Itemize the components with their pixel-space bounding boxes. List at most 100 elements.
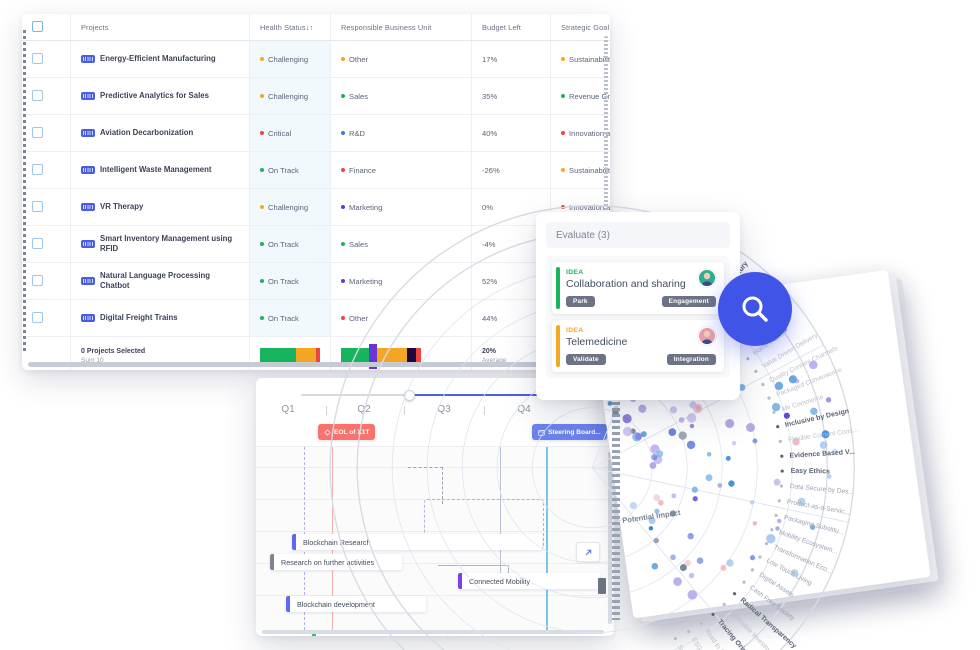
radar-data-point[interactable] (705, 474, 713, 482)
business-unit-cell[interactable]: Marketing (330, 188, 472, 226)
radar-data-point[interactable] (670, 554, 676, 561)
table-horizontal-scrollbar[interactable] (28, 362, 604, 367)
select-all-header[interactable] (22, 14, 71, 41)
radar-data-point[interactable] (673, 577, 683, 587)
radar-data-point[interactable] (678, 417, 685, 423)
health-status-cell[interactable]: Challenging (249, 40, 331, 78)
row-checkbox[interactable] (32, 126, 43, 138)
radar-data-point[interactable] (749, 555, 756, 561)
row-select-cell[interactable] (22, 151, 71, 189)
budget-left-cell[interactable]: 40% (471, 114, 551, 152)
evaluate-idea-card[interactable]: IDEA Telemedicine Validate Integration (552, 320, 724, 372)
row-select-cell[interactable] (22, 40, 71, 78)
row-select-cell[interactable] (22, 299, 71, 337)
row-select-cell[interactable] (22, 77, 71, 115)
budget-left-cell[interactable]: 35% (471, 77, 551, 115)
budget-left-cell[interactable]: -26% (471, 151, 551, 189)
radar-data-point[interactable] (745, 422, 756, 432)
business-unit-cell[interactable]: Sales (330, 77, 472, 115)
radar-data-point[interactable] (686, 413, 697, 424)
strategic-goal-cell[interactable]: Revenue Growth (550, 77, 610, 115)
radar-data-point[interactable] (678, 431, 687, 440)
strategic-goal-cell[interactable]: Sustainability (550, 40, 610, 78)
radar-data-point[interactable] (688, 572, 695, 579)
project-cell[interactable]: Digital Freight Trains (70, 299, 250, 337)
radar-data-point[interactable] (668, 428, 677, 437)
health-status-cell[interactable]: Critical (249, 114, 331, 152)
table-row[interactable]: Intelligent Waste Management On Track Fina… (22, 151, 610, 189)
row-checkbox[interactable] (32, 237, 43, 249)
health-status-cell[interactable]: On Track (249, 262, 331, 300)
project-cell[interactable]: Intelligent Waste Management (70, 151, 250, 189)
business-unit-cell[interactable]: Finance (330, 151, 472, 189)
roadmap-task-bar[interactable]: Blockchain Research (292, 534, 542, 550)
row-select-cell[interactable] (22, 225, 71, 263)
avatar[interactable] (698, 269, 716, 287)
radar-data-point[interactable] (669, 406, 678, 414)
table-row[interactable]: Predictive Analytics for Sales Challengin… (22, 77, 610, 115)
table-row[interactable]: Digital Freight TrainsOn TrackOther44%Re… (22, 299, 610, 337)
resize-handle[interactable] (598, 578, 606, 594)
health-status-cell[interactable]: On Track (249, 225, 331, 263)
milestone-chip[interactable]: Steering Board... (532, 424, 607, 440)
radar-data-point[interactable] (689, 423, 695, 429)
col-header-budget-left[interactable]: Budget Left (471, 14, 551, 41)
radar-data-point[interactable] (728, 480, 735, 487)
table-left-scroll-strip[interactable] (23, 30, 26, 354)
health-status-cell[interactable]: On Track (249, 299, 331, 337)
avatar[interactable] (698, 327, 716, 345)
radar-data-point[interactable] (825, 397, 832, 403)
milestone-chip[interactable]: EOL of X1T (318, 424, 376, 440)
radar-data-point[interactable] (771, 402, 781, 412)
card-tag-right[interactable]: Engagement (661, 296, 716, 307)
card-tag-left[interactable]: Park (566, 296, 595, 307)
row-checkbox[interactable] (32, 311, 43, 323)
select-all-checkbox[interactable] (32, 20, 43, 32)
project-cell[interactable]: Smart Inventory Management using RFID (70, 225, 250, 263)
search-fab-button[interactable] (718, 272, 792, 346)
radar-data-point[interactable] (622, 426, 633, 437)
row-select-cell[interactable] (22, 262, 71, 300)
radar-data-point[interactable] (651, 562, 659, 570)
radar-data-point[interactable] (773, 478, 781, 486)
radar-data-point[interactable] (717, 482, 723, 488)
radar-data-point[interactable] (692, 496, 698, 502)
radar-data-point[interactable] (638, 404, 647, 413)
project-cell[interactable]: Energy-Efficient Manufacturing (70, 40, 250, 78)
radar-data-point[interactable] (671, 493, 677, 499)
row-checkbox[interactable] (32, 89, 43, 101)
table-row[interactable]: Energy-Efficient Manufacturing Challengin… (22, 40, 610, 78)
strategic-goal-cell[interactable]: Sustainability (550, 151, 610, 189)
radar-data-point[interactable] (725, 418, 735, 429)
card-tag-left[interactable]: Validate (566, 354, 606, 365)
health-status-cell[interactable]: On Track (249, 151, 331, 189)
radar-data-point[interactable] (725, 455, 731, 462)
card-tag-right[interactable]: Integration (666, 354, 716, 365)
table-row[interactable]: VR Therapy Challenging Marketing 0% Innovati… (22, 188, 610, 226)
col-header-projects[interactable]: Projects (70, 14, 250, 41)
row-select-cell[interactable] (22, 188, 71, 226)
radar-data-point[interactable] (686, 440, 696, 450)
row-select-cell[interactable] (22, 114, 71, 152)
business-unit-cell[interactable]: Sales (330, 225, 472, 263)
row-checkbox[interactable] (32, 274, 43, 286)
radar-data-point[interactable] (726, 559, 734, 567)
slider-knob[interactable] (403, 390, 415, 401)
col-header-health-status[interactable]: Health Status↓↑ (249, 14, 331, 41)
roadmap-task-bar[interactable]: Research on further activities (270, 554, 402, 570)
health-status-cell[interactable]: Challenging (249, 188, 331, 226)
radar-data-point[interactable] (648, 526, 654, 531)
col-header-strategic-goal[interactable]: Strategic Goal (550, 14, 610, 41)
radar-data-point[interactable] (731, 441, 737, 446)
project-cell[interactable]: VR Therapy (70, 188, 250, 226)
expand-arrow-button[interactable] (576, 542, 600, 562)
radar-data-point[interactable] (653, 537, 659, 544)
row-checkbox[interactable] (32, 52, 43, 64)
project-cell[interactable]: Natural Language Processing Chatbot (70, 262, 250, 300)
radar-data-point[interactable] (691, 486, 698, 493)
project-cell[interactable]: Predictive Analytics for Sales (70, 77, 250, 115)
health-status-cell[interactable]: Challenging (249, 77, 331, 115)
radar-data-point[interactable] (777, 518, 782, 524)
project-cell[interactable]: Aviation Decarbonization (70, 114, 250, 152)
business-unit-cell[interactable]: Other (330, 40, 472, 78)
